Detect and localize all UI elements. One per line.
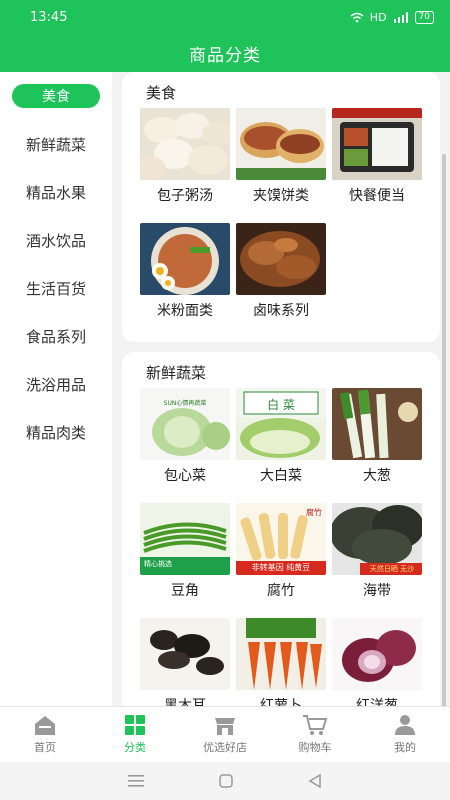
sidebar-item-meat[interactable]: 精品肉类 bbox=[0, 408, 112, 456]
product-label: 海带 bbox=[363, 583, 391, 599]
product-image bbox=[236, 223, 326, 295]
image-caption: 非转基因 纯黄豆 bbox=[251, 563, 311, 572]
product-image bbox=[236, 618, 326, 690]
wifi-icon bbox=[350, 12, 364, 22]
signal-icon bbox=[393, 11, 408, 23]
scrollbar[interactable] bbox=[442, 154, 446, 706]
section-title: 新鲜蔬菜 bbox=[146, 364, 207, 382]
tab-category[interactable]: 分类 bbox=[90, 707, 180, 762]
image-caption: 白 菜 bbox=[267, 398, 295, 412]
product-label: 大白菜 bbox=[260, 468, 302, 484]
product-label: 豆角 bbox=[171, 583, 199, 599]
page-header: 商品分类 bbox=[0, 34, 450, 72]
tab-cart[interactable]: 购物车 bbox=[270, 707, 360, 762]
tab-label: 首页 bbox=[34, 741, 56, 754]
product-image: 非转基因 纯黄豆 腐竹 bbox=[236, 503, 326, 575]
product-image bbox=[332, 108, 422, 180]
section-title: 美食 bbox=[146, 84, 177, 102]
product-label: 快餐便当 bbox=[349, 188, 405, 204]
product-carrot[interactable]: 红萝卜 bbox=[236, 618, 326, 706]
battery-indicator: 70 bbox=[414, 10, 434, 24]
product-label: 米粉面类 bbox=[157, 303, 213, 319]
product-image bbox=[332, 388, 422, 460]
tab-label: 优选好店 bbox=[203, 741, 247, 754]
section-food: 美食 包子粥汤 夹馍饼类 快餐便当 米粉面类 卤味系列 bbox=[122, 72, 440, 342]
store-icon bbox=[215, 718, 235, 735]
product-image: SUN心情再蔬菜 bbox=[140, 388, 230, 460]
cart-icon bbox=[303, 715, 328, 735]
sidebar-item-food-series[interactable]: 食品系列 bbox=[0, 312, 112, 360]
status-icons: HD 70 bbox=[350, 10, 434, 24]
product-image bbox=[236, 108, 326, 180]
sidebar-item-daily-goods[interactable]: 生活百货 bbox=[0, 264, 112, 312]
bottom-tabbar: 首页 分类 优选好店 购物车 我的 bbox=[0, 706, 450, 762]
image-caption: 天然日晒 无沙 bbox=[369, 565, 415, 573]
product-red-onion[interactable]: 红洋葱 bbox=[332, 618, 422, 706]
status-bar: 13:45 HD 70 bbox=[0, 0, 450, 34]
tab-featured-stores[interactable]: 优选好店 bbox=[180, 707, 270, 762]
product-label: 红萝卜 bbox=[260, 698, 302, 706]
product-rice-noodles[interactable]: 米粉面类 bbox=[140, 223, 230, 320]
product-label: 腐竹 bbox=[267, 583, 295, 599]
sidebar-item-drinks[interactable]: 酒水饮品 bbox=[0, 216, 112, 264]
product-roujiamo[interactable]: 夹馍饼类 bbox=[236, 108, 326, 205]
product-image bbox=[140, 618, 230, 690]
product-scallion[interactable]: 大葱 bbox=[332, 388, 422, 485]
product-label: 黑木耳 bbox=[164, 698, 206, 706]
product-label: 卤味系列 bbox=[253, 303, 309, 319]
home-button-icon[interactable] bbox=[219, 774, 233, 788]
page-title: 商品分类 bbox=[189, 45, 261, 66]
product-fast-food[interactable]: 快餐便当 bbox=[332, 108, 422, 205]
product-cabbage[interactable]: SUN心情再蔬菜 包心菜 bbox=[140, 388, 230, 485]
product-napa-cabbage[interactable]: 白 菜 大白菜 bbox=[236, 388, 326, 485]
product-image: 白 菜 bbox=[236, 388, 326, 460]
tab-label: 分类 bbox=[124, 741, 146, 754]
sidebar-item-vegetables[interactable]: 新鲜蔬菜 bbox=[0, 120, 112, 168]
product-kelp[interactable]: 天然日晒 无沙 海带 bbox=[332, 503, 422, 600]
image-caption: 精心挑选 bbox=[144, 560, 172, 568]
product-image: 精心挑选 bbox=[140, 503, 230, 575]
section-vegetables: 新鲜蔬菜 SUN心情再蔬菜 包心菜 白 菜 大白菜 大葱 精心挑选 豆角 非转基… bbox=[122, 352, 440, 706]
product-label: 大葱 bbox=[363, 468, 391, 484]
tab-label: 购物车 bbox=[298, 741, 332, 754]
sidebar-item-bath[interactable]: 洗浴用品 bbox=[0, 360, 112, 408]
system-nav-bar bbox=[0, 762, 450, 800]
product-baozi-congee[interactable]: 包子粥汤 bbox=[140, 108, 230, 205]
product-braised[interactable]: 卤味系列 bbox=[236, 223, 326, 320]
product-tofu-skin[interactable]: 非转基因 纯黄豆 腐竹 腐竹 bbox=[236, 503, 326, 600]
product-label: 夹馍饼类 bbox=[253, 188, 309, 204]
product-image bbox=[140, 108, 230, 180]
tab-home[interactable]: 首页 bbox=[0, 707, 90, 762]
tab-profile[interactable]: 我的 bbox=[360, 707, 450, 762]
network-label: HD bbox=[369, 10, 387, 24]
product-label: 包子粥汤 bbox=[157, 188, 213, 204]
category-sidebar: 美食 新鲜蔬菜 精品水果 酒水饮品 生活百货 食品系列 洗浴用品 精品肉类 bbox=[0, 72, 112, 706]
home-icon bbox=[35, 716, 55, 735]
product-image bbox=[332, 618, 422, 690]
product-label: 包心菜 bbox=[164, 468, 206, 484]
product-green-beans[interactable]: 精心挑选 豆角 bbox=[140, 503, 230, 600]
back-icon[interactable] bbox=[308, 774, 322, 788]
status-time: 13:45 bbox=[30, 9, 68, 25]
category-content[interactable]: 美食 包子粥汤 夹馍饼类 快餐便当 米粉面类 卤味系列 新鲜蔬菜 SUN心情再蔬… bbox=[112, 72, 450, 706]
sidebar-item-fruits[interactable]: 精品水果 bbox=[0, 168, 112, 216]
image-caption-secondary: 腐竹 bbox=[306, 508, 322, 517]
sidebar-item-food[interactable]: 美食 bbox=[0, 72, 112, 120]
category-grid-icon bbox=[125, 715, 145, 735]
product-label: 红洋葱 bbox=[356, 698, 398, 706]
image-caption: SUN心情再蔬菜 bbox=[163, 400, 207, 407]
product-image bbox=[140, 223, 230, 295]
user-icon bbox=[395, 715, 415, 735]
product-black-fungus[interactable]: 黑木耳 bbox=[140, 618, 230, 706]
menu-icon[interactable] bbox=[127, 775, 144, 787]
product-image: 天然日晒 无沙 bbox=[332, 503, 422, 575]
tab-label: 我的 bbox=[394, 741, 416, 754]
